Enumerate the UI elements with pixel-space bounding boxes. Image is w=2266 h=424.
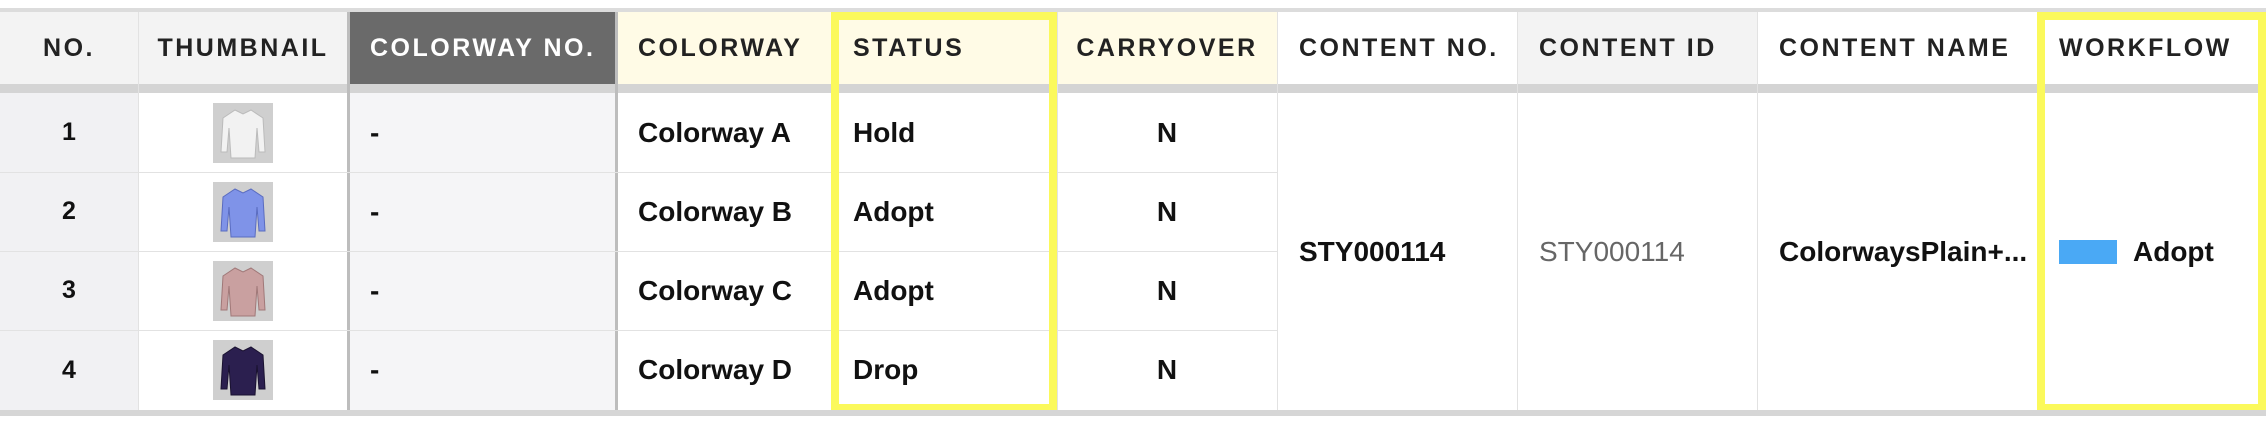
carryover-cell[interactable]: N: [1057, 251, 1277, 330]
table-row-thumbnail[interactable]: [138, 251, 348, 330]
colorway-no-cell: -: [370, 195, 380, 227]
colorway-no-cell: -: [370, 354, 380, 385]
colorway-name-cell[interactable]: Colorway C: [616, 251, 831, 330]
colorway-name-cell[interactable]: Colorway B: [616, 172, 831, 251]
shirt-white-icon: [213, 102, 273, 163]
row-number: 1: [62, 118, 76, 146]
colorway-name-cell[interactable]: Colorway A: [616, 93, 831, 172]
carryover-cell[interactable]: N: [1057, 93, 1277, 172]
header-content-name[interactable]: CONTENT NAME: [1757, 12, 2037, 84]
colorway-no-cell: -: [370, 116, 380, 148]
header-thumbnail[interactable]: THUMBNAIL: [138, 12, 348, 84]
header-colorway-no[interactable]: COLORWAY NO.: [348, 12, 616, 84]
header-carryover[interactable]: CARRYOVER: [1057, 12, 1277, 84]
content-id-cell[interactable]: STY000114: [1517, 93, 1757, 410]
shirt-blue-icon: [213, 181, 273, 242]
header-content-id[interactable]: CONTENT ID: [1517, 12, 1757, 84]
header-no[interactable]: NO.: [0, 12, 138, 84]
header-content-no[interactable]: CONTENT NO.: [1277, 12, 1517, 84]
table-row-thumbnail[interactable]: [138, 172, 348, 251]
header-colorway[interactable]: COLORWAY: [616, 12, 831, 84]
row-number: 2: [62, 197, 76, 225]
table-row-thumbnail[interactable]: [138, 330, 348, 410]
row-number: 4: [62, 355, 76, 384]
row-number: 3: [62, 276, 76, 304]
header-bottom-border: [0, 84, 2266, 93]
content-no-cell[interactable]: STY000114: [1277, 93, 1517, 410]
colorway-name-cell[interactable]: Colorway D: [616, 330, 831, 410]
table-row-thumbnail[interactable]: [138, 93, 348, 172]
colorway-no-cell: -: [370, 274, 380, 306]
carryover-cell[interactable]: N: [1057, 172, 1277, 251]
next-row-edge: [0, 410, 2266, 416]
colorway-table: NO. THUMBNAIL COLORWAY NO. COLORWAY STAT…: [0, 0, 2266, 424]
shirt-pink-icon: [213, 260, 273, 321]
carryover-cell[interactable]: N: [1057, 330, 1277, 410]
content-name-cell[interactable]: ColorwaysPlain+...: [1757, 93, 2037, 410]
workflow-column-highlight: [2037, 12, 2266, 412]
status-column-highlight: [831, 12, 1057, 412]
shirt-navy-icon: [213, 340, 273, 400]
